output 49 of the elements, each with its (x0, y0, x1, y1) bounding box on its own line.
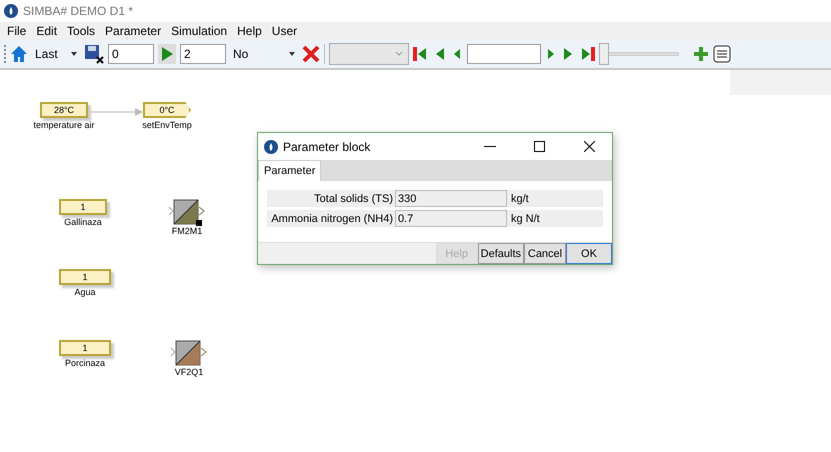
menu-item[interactable]: Parameter (100, 24, 166, 38)
menu-item[interactable]: File (2, 24, 32, 38)
app-logo-icon (4, 4, 18, 18)
parameter-field[interactable]: 0.7 (395, 210, 507, 227)
window-title: SIMBA# DEMO D1 * (23, 4, 134, 18)
time-slider[interactable] (599, 43, 679, 65)
connection-arrow (90, 108, 143, 116)
dialog-button[interactable]: Defaults (478, 243, 524, 264)
block-label: temperature air (33, 120, 95, 130)
menu-item[interactable]: User (266, 24, 302, 38)
parameter-label: Total solids (TS) (313, 192, 394, 204)
start-time-field[interactable]: 0 (108, 44, 154, 64)
goto-block[interactable]: 0°C (143, 102, 191, 118)
block-label: FM2M1 (172, 226, 202, 236)
play-icon[interactable] (158, 43, 176, 65)
scenario-dropdown[interactable]: Last (32, 44, 80, 64)
block-label: Agua (74, 287, 96, 297)
constant-block[interactable]: 1 (59, 199, 107, 215)
unit-label: kg N/t (510, 212, 541, 224)
settings-icon[interactable] (713, 43, 731, 65)
constant-block[interactable]: 1 (59, 269, 111, 285)
block-label: Gallinaza (64, 217, 102, 227)
unit-label: kg/t (510, 192, 530, 204)
caret-icon (71, 52, 77, 56)
converter-block[interactable] (168, 199, 206, 226)
constant-block[interactable]: 28°C (40, 102, 88, 118)
app-logo-icon (264, 140, 278, 154)
dialog-tab[interactable]: Parameter (258, 160, 322, 181)
constant-block[interactable]: 1 (59, 340, 111, 356)
block-label: VF2Q1 (174, 367, 204, 377)
caret-icon (289, 52, 295, 56)
option-dropdown[interactable]: No (230, 44, 298, 64)
menu-item[interactable]: Tools (62, 24, 100, 38)
caret-icon (396, 52, 402, 56)
position-field[interactable] (467, 44, 541, 64)
end-time-field[interactable]: 2 (180, 44, 226, 64)
converter-block[interactable] (170, 340, 208, 367)
save-icon[interactable] (84, 43, 104, 65)
dialog-button[interactable]: Cancel (524, 243, 566, 264)
dialog-button[interactable]: OK (566, 243, 612, 264)
parameter-label: Ammonia nitrogen (NH4) (270, 212, 394, 224)
parameter-field[interactable]: 330 (395, 190, 507, 207)
menu-item[interactable]: Help (232, 24, 267, 38)
block-label: setEnvTemp (142, 120, 192, 130)
menu-item[interactable]: Edit (31, 24, 62, 38)
block-label: Porcinaza (64, 358, 106, 368)
dialog-title: Parameter block (283, 140, 372, 154)
home-icon[interactable] (10, 43, 28, 65)
menu-item[interactable]: Simulation (166, 24, 232, 38)
